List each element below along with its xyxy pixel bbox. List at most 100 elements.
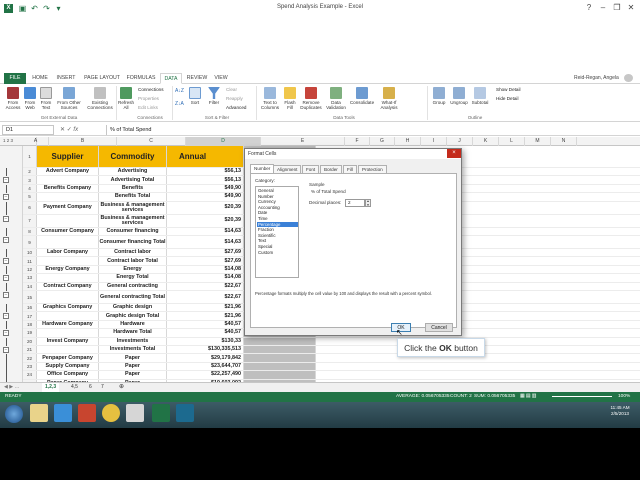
supplier-cell[interactable]: Graphics Company — [37, 304, 99, 312]
column-header-l[interactable]: L — [499, 137, 525, 146]
tab-file[interactable]: FILE — [4, 73, 26, 84]
category-item[interactable]: Fraction — [257, 227, 298, 232]
refresh-all-button[interactable]: Refresh All — [118, 86, 134, 114]
category-item[interactable]: Time — [257, 216, 298, 221]
annual-cell[interactable]: $22,257,490 — [167, 371, 244, 379]
commodity-cell[interactable]: Graphic design — [99, 304, 167, 312]
commodity-cell[interactable]: Contract labor Total — [99, 257, 167, 265]
connections-item[interactable]: Connections — [138, 87, 164, 92]
sort-button[interactable]: Sort — [188, 86, 202, 114]
dialog-tab-font[interactable]: Font — [302, 165, 320, 173]
annual-cell[interactable]: $21,96 — [167, 304, 244, 312]
annual-cell[interactable]: $21,96 — [167, 312, 244, 320]
supplier-cell[interactable]: Invest Company — [37, 337, 99, 345]
category-item[interactable]: Special — [257, 244, 298, 249]
new-sheet-button[interactable]: ⊕ — [116, 383, 127, 392]
category-item[interactable]: Currency — [257, 199, 298, 204]
qat-dropdown-icon[interactable]: ▾ — [54, 4, 63, 13]
supplier-cell[interactable]: Hardware Company — [37, 320, 99, 329]
column-header-a[interactable]: A — [23, 137, 49, 146]
commodity-cell[interactable]: Benefits Total — [99, 193, 167, 201]
filter-button[interactable]: Filter — [206, 86, 222, 114]
existing-connections-button[interactable]: Existing Connections — [86, 86, 114, 114]
commodity-cell[interactable]: Paper — [99, 362, 167, 371]
row-number[interactable]: 13 — [23, 274, 37, 282]
row-number[interactable]: 5 — [23, 193, 37, 201]
collapse-group-button[interactable]: − — [3, 347, 9, 353]
excel-taskbar-icon[interactable] — [152, 404, 170, 422]
header-commodity[interactable]: Commodity — [99, 146, 167, 167]
zoom-level[interactable]: 100% — [618, 392, 630, 402]
collapse-group-button[interactable]: − — [3, 292, 9, 298]
decimal-spinner[interactable]: ▴ ▾ — [365, 199, 371, 207]
category-item[interactable]: Scientific — [257, 233, 298, 238]
commodity-cell[interactable]: Benefits — [99, 184, 167, 193]
dialog-close-button[interactable]: × — [447, 149, 461, 158]
commodity-cell[interactable]: General contracting Total — [99, 291, 167, 303]
row-number[interactable]: 15 — [23, 291, 37, 303]
redo-icon[interactable]: ↷ — [42, 4, 51, 13]
row-number[interactable]: 19 — [23, 329, 37, 337]
annual-cell[interactable]: $130,335,513 — [167, 346, 244, 354]
column-header-n[interactable]: N — [551, 137, 577, 146]
help-icon[interactable]: ? — [582, 2, 596, 14]
supplier-cell[interactable]: Payment Company — [37, 201, 99, 214]
supplier-cell[interactable]: Contract Company — [37, 282, 99, 290]
from-other-sources-button[interactable]: From Other Sources — [55, 86, 83, 114]
annual-cell[interactable]: $40,57 — [167, 329, 244, 337]
collapse-group-button[interactable]: − — [3, 313, 9, 320]
ungroup-button[interactable]: Ungroup — [449, 86, 469, 114]
annual-cell[interactable]: $29,179,842 — [167, 354, 244, 362]
system-clock[interactable]: 11:45 AM 2/5/2013 — [600, 405, 640, 417]
supplier-cell[interactable]: Advert Company — [37, 168, 99, 176]
row-number[interactable]: 6 — [23, 201, 37, 214]
sheet-tab-4[interactable]: 7 — [98, 383, 107, 392]
row-number[interactable]: 17 — [23, 312, 37, 320]
dialog-tab-number[interactable]: Number — [250, 164, 275, 173]
collapse-group-button[interactable]: − — [3, 258, 9, 265]
save-icon[interactable]: ▣ — [18, 4, 27, 13]
row-number[interactable]: 22 — [23, 354, 37, 362]
supplier-cell[interactable]: Supply Company — [37, 362, 99, 371]
collapse-group-button[interactable]: − — [3, 215, 9, 222]
clear-item[interactable]: Clear — [226, 87, 237, 92]
tab-data[interactable]: DATA — [160, 73, 182, 84]
row-number[interactable]: 24 — [23, 371, 37, 379]
undo-icon[interactable]: ↶ — [30, 4, 39, 13]
annual-cell[interactable]: $22,67 — [167, 282, 244, 290]
category-item[interactable]: Percentage — [257, 221, 298, 227]
row-number[interactable]: 18 — [23, 320, 37, 329]
category-item[interactable]: Accounting — [257, 205, 298, 210]
pct-cell[interactable] — [244, 354, 316, 362]
annual-cell[interactable]: $14,08 — [167, 274, 244, 282]
column-header-k[interactable]: K — [473, 137, 499, 146]
pct-cell[interactable] — [244, 337, 316, 345]
commodity-cell[interactable]: Investments Total — [99, 346, 167, 354]
collapse-group-button[interactable]: − — [3, 237, 9, 243]
annual-cell[interactable]: $14,63 — [167, 236, 244, 248]
column-header-i[interactable]: I — [421, 137, 447, 146]
commodity-cell[interactable]: Advertising — [99, 168, 167, 176]
commodity-cell[interactable]: Business & management services — [99, 201, 167, 214]
commodity-cell[interactable]: Consumer financing — [99, 227, 167, 235]
dialog-tab-fill[interactable]: Fill — [343, 165, 357, 173]
minimize-button[interactable]: – — [596, 2, 610, 14]
supplier-cell[interactable]: Energy Company — [37, 265, 99, 274]
group-button[interactable]: Group — [430, 86, 448, 114]
subtotal-button[interactable]: Subtotal — [470, 86, 490, 114]
annual-cell[interactable]: $56,13 — [167, 168, 244, 176]
cancel-button[interactable]: Cancel — [425, 323, 453, 332]
column-header-f[interactable]: F — [345, 137, 370, 146]
data-validation-button[interactable]: Data Validation — [325, 86, 347, 114]
annual-cell[interactable]: $49,90 — [167, 184, 244, 193]
row-number[interactable]: 10 — [23, 249, 37, 257]
from-text-button[interactable]: From Text — [38, 86, 54, 114]
collapse-group-button[interactable]: − — [3, 177, 9, 184]
column-header-g[interactable]: G — [370, 137, 395, 146]
row-number[interactable]: 11 — [23, 257, 37, 265]
powerpoint-icon[interactable] — [78, 404, 96, 422]
dialog-tab-border[interactable]: Border — [320, 165, 342, 173]
supplier-cell[interactable] — [37, 193, 99, 201]
tab-home[interactable]: HOME — [30, 73, 50, 84]
commodity-cell[interactable]: Hardware — [99, 320, 167, 329]
